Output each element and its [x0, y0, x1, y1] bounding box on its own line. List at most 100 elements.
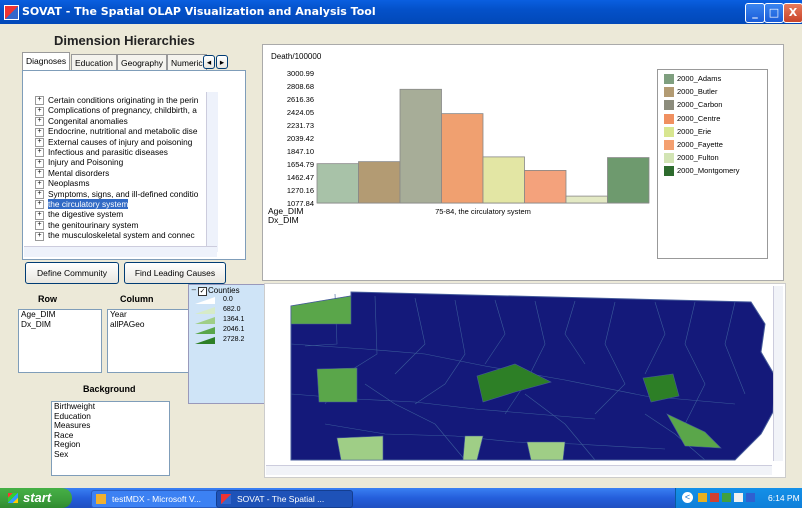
- tree-item[interactable]: + the circulatory system: [35, 199, 129, 210]
- tree-item[interactable]: + Congenital anomalies: [35, 116, 128, 127]
- task-label-sovat: SOVAT - The Spatial ...: [237, 494, 325, 504]
- expand-plus-icon[interactable]: +: [35, 189, 44, 199]
- expand-plus-icon[interactable]: +: [35, 158, 44, 168]
- list-item[interactable]: allPAGeo: [108, 319, 188, 330]
- column-header: Column: [120, 294, 154, 304]
- legend-swatch: [664, 166, 674, 177]
- tree-item[interactable]: + Infectious and parasitic diseases: [35, 147, 168, 158]
- window-title: SOVAT - The Spatial OLAP Visualization a…: [22, 5, 376, 18]
- tree-item[interactable]: + Injury and Poisoning: [35, 157, 124, 168]
- sovat-icon: [221, 494, 231, 504]
- row-list[interactable]: Age_DIM Dx_DIM: [18, 309, 102, 373]
- tree-item-label: Injury and Poisoning: [48, 157, 124, 168]
- tree-item[interactable]: + Neoplasms: [35, 178, 90, 189]
- legend-label: 2000_Erie: [677, 126, 712, 136]
- title-bar: SOVAT - The Spatial OLAP Visualization a…: [0, 0, 802, 24]
- county-fayette[interactable]: [336, 435, 384, 461]
- tab-education[interactable]: Education: [71, 54, 117, 71]
- minimize-button[interactable]: _: [745, 3, 765, 23]
- map-horizontal-scrollbar[interactable]: [266, 465, 772, 475]
- expand-plus-icon[interactable]: +: [35, 221, 44, 231]
- tray-expand-icon[interactable]: <: [682, 492, 693, 503]
- expand-plus-icon[interactable]: +: [35, 179, 44, 189]
- list-item[interactable]: Dx_DIM: [19, 319, 101, 330]
- expand-plus-icon[interactable]: +: [35, 148, 44, 158]
- expand-plus-icon[interactable]: +: [35, 231, 44, 241]
- legend-swatch: [664, 100, 674, 111]
- tab-scroll-left-button[interactable]: ◂: [203, 55, 215, 69]
- system-tray: < 6:14 PM: [675, 488, 802, 508]
- tree-item-label: Symptoms, signs, and ill-defined conditi…: [48, 188, 199, 199]
- expand-plus-icon[interactable]: +: [35, 200, 44, 210]
- windows-logo-icon: [8, 493, 18, 503]
- bar-2000-centre: [441, 113, 484, 204]
- clock: 6:14 PM: [768, 493, 800, 503]
- legend-swatch: [664, 87, 674, 98]
- tray-icon-5[interactable]: [746, 493, 755, 502]
- y-tick-label: 2039.42: [287, 134, 314, 143]
- tab-numeric[interactable]: Numeric: [167, 54, 207, 71]
- list-item[interactable]: Sex: [52, 449, 169, 460]
- close-button[interactable]: X: [783, 3, 802, 23]
- column-list[interactable]: Year allPAGeo: [107, 309, 189, 373]
- expand-plus-icon[interactable]: +: [35, 106, 44, 116]
- tree-item[interactable]: + Endocrine, nutritional and metabolic di…: [35, 126, 197, 137]
- map-legend-swatch: [195, 327, 215, 334]
- county-butler[interactable]: [316, 367, 358, 403]
- counties-checkbox[interactable]: ✓: [198, 287, 207, 296]
- legend-label: 2000_Fayette: [677, 140, 723, 149]
- map-legend-swatch: [195, 317, 215, 324]
- task-sovat[interactable]: SOVAT - The Spatial ...: [216, 490, 353, 508]
- expand-plus-icon[interactable]: +: [35, 137, 44, 147]
- tree-vertical-scrollbar[interactable]: [206, 92, 218, 252]
- map-legend-value: 2046.1: [223, 326, 245, 333]
- tab-scroll-right-button[interactable]: ▸: [216, 55, 228, 69]
- define-community-button[interactable]: Define Community: [25, 262, 119, 284]
- expand-plus-icon[interactable]: +: [35, 96, 44, 106]
- tree-item[interactable]: + the musculoskeletal system and connec: [35, 230, 195, 241]
- expand-plus-icon[interactable]: +: [35, 169, 44, 179]
- find-leading-causes-button[interactable]: Find Leading Causes: [124, 262, 226, 284]
- bar-2000-carbon: [399, 88, 442, 204]
- tree-horizontal-scrollbar[interactable]: [24, 246, 217, 257]
- collapse-icon[interactable]: −: [191, 286, 197, 294]
- tree-item[interactable]: + Symptoms, signs, and ill-defined condit…: [35, 189, 198, 199]
- tree-item[interactable]: + the digestive system: [35, 209, 123, 220]
- tree-item[interactable]: + Complications of pregnancy, childbirth,…: [35, 105, 197, 116]
- tab-geography[interactable]: Geography: [117, 54, 168, 71]
- y-tick-label: 2231.73: [287, 121, 314, 130]
- background-list[interactable]: Birthweight Education Measures Race Region Se…: [51, 401, 170, 476]
- legend-swatch: [664, 113, 674, 124]
- list-item[interactable]: Region: [52, 439, 169, 450]
- row-label-dx: Dx_DIM: [268, 215, 299, 225]
- tray-icon-2[interactable]: [710, 493, 719, 502]
- task-testmdx[interactable]: testMDX - Microsoft V...: [91, 490, 228, 508]
- bar-chart: Death/100000 3000.99 2808.68 2616.36 2424.05…: [271, 52, 650, 216]
- expand-plus-icon[interactable]: +: [35, 117, 44, 127]
- map-legend-swatch: [195, 337, 215, 344]
- county-erie[interactable]: [290, 295, 352, 325]
- chart-row-labels: Age_DIM Dx_DIM: [268, 207, 303, 225]
- county-map[interactable]: [265, 284, 785, 477]
- tree-item[interactable]: + Mental disorders: [35, 168, 109, 179]
- tree-item[interactable]: + the genitourinary system: [35, 220, 138, 231]
- task-label-testmdx: testMDX - Microsoft V...: [112, 494, 201, 504]
- tree-item[interactable]: + External causes of injury and poisoning: [35, 137, 192, 147]
- legend-swatch: [664, 140, 674, 150]
- expand-plus-icon[interactable]: +: [35, 127, 44, 137]
- tree-item-label: Neoplasms: [48, 178, 90, 189]
- expand-plus-icon[interactable]: +: [35, 210, 44, 220]
- tray-icon-4[interactable]: [734, 493, 743, 502]
- map-panel[interactable]: [264, 283, 786, 478]
- tray-icon-1[interactable]: [698, 493, 707, 502]
- tray-icon-3[interactable]: [722, 493, 731, 502]
- maximize-button[interactable]: □: [764, 3, 784, 23]
- y-tick-label: 3000.99: [287, 69, 314, 78]
- start-button[interactable]: start: [0, 488, 72, 508]
- map-vertical-scrollbar[interactable]: [773, 286, 783, 461]
- legend-swatch: [664, 153, 674, 164]
- x-category-label: 75-84, the circulatory system: [435, 207, 531, 216]
- county-adams[interactable]: [526, 441, 566, 461]
- tree-item[interactable]: + Certain conditions originating in the p…: [35, 95, 198, 106]
- tab-diagnoses[interactable]: Diagnoses: [22, 52, 71, 71]
